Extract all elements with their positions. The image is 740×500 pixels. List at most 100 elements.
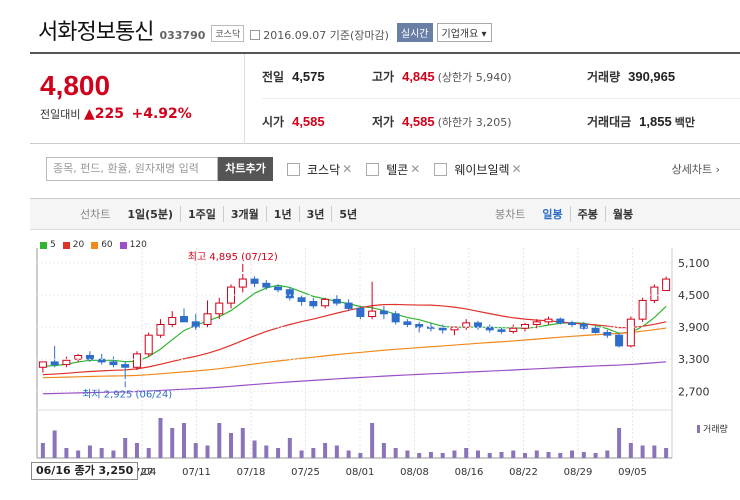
y-tick-label: 2,700: [678, 385, 710, 398]
volume-bar: [87, 445, 92, 458]
candle: [368, 281, 377, 320]
volume-bar: [499, 452, 504, 458]
volume-bar: [417, 453, 422, 458]
candle: [309, 297, 318, 309]
x-tick-label: 08/08: [400, 467, 429, 478]
candle-body: [391, 313, 400, 323]
y-tick-label: 3,900: [678, 321, 710, 334]
candle: [662, 276, 671, 292]
candle-body: [38, 361, 47, 368]
volume-bar: [428, 452, 433, 458]
volume-bar: [252, 440, 257, 458]
candle: [38, 361, 47, 373]
candle-body: [544, 318, 553, 323]
candle: [179, 308, 188, 323]
candle-body: [403, 321, 412, 325]
candle-body: [191, 321, 200, 328]
moving-averages: [42, 284, 667, 395]
volume-bar: [652, 445, 657, 458]
volume-bar: [217, 423, 222, 458]
candle-body: [238, 278, 247, 288]
candle-body: [615, 334, 624, 347]
x-tick-label: 07/11: [182, 467, 211, 478]
volume-bar: [487, 453, 492, 458]
ma-line-60: [42, 327, 667, 379]
candle-body: [50, 361, 59, 366]
candle-body: [203, 313, 212, 325]
volume-bar: [346, 450, 351, 458]
candle: [74, 353, 83, 362]
volume-bar: [546, 452, 551, 458]
volume-bar: [240, 428, 245, 458]
price-chart[interactable]: 5,1004,5003,9003,3002,700 2707/04 07/11 07…: [0, 0, 740, 500]
volume-bar: [76, 450, 81, 458]
candle-body: [156, 323, 165, 336]
volume-bar: [464, 448, 469, 458]
candle: [650, 284, 659, 304]
volume-bar: [370, 423, 375, 458]
volume-bar: [111, 450, 116, 458]
candle: [62, 356, 71, 368]
x-tick-label: 08/22: [509, 467, 538, 478]
candle-body: [568, 322, 577, 325]
volume-bar: [323, 443, 328, 458]
volume-bar: [299, 450, 304, 458]
volume-bar: [205, 445, 210, 458]
candle: [403, 319, 412, 328]
candle-body: [497, 329, 506, 332]
volume-bar: [381, 443, 386, 458]
candle-body: [638, 299, 647, 320]
candle: [144, 332, 153, 357]
candle: [568, 320, 577, 328]
volume-legend-label: 거래량: [703, 423, 728, 435]
candle: [109, 356, 118, 368]
candle: [626, 316, 635, 348]
volume-bar: [311, 448, 316, 458]
volume-bar: [40, 443, 45, 458]
candle-body: [62, 359, 71, 366]
volume-bar: [146, 448, 151, 458]
candle-body: [579, 323, 588, 329]
volume-bar: [52, 430, 57, 458]
volume-bar: [393, 448, 398, 458]
volume-bar: [628, 443, 633, 458]
candle-body: [74, 354, 83, 360]
candle-body: [332, 298, 341, 304]
candle: [250, 276, 259, 288]
candle: [50, 345, 59, 368]
candle: [132, 351, 141, 370]
volume-bar: [593, 453, 598, 458]
x-tick-label: 08/01: [346, 467, 375, 478]
candle: [321, 297, 330, 309]
candle: [168, 311, 177, 328]
candle: [485, 324, 494, 333]
volume-bar: [605, 450, 610, 458]
candle-body: [473, 322, 482, 328]
x-tick-label: 08/29: [564, 467, 593, 478]
candle-body: [85, 354, 94, 360]
candle-body: [274, 286, 283, 291]
volume-bar: [64, 448, 69, 458]
candle: [509, 324, 518, 334]
candle: [332, 295, 341, 306]
volume-bar: [287, 438, 292, 458]
candle-body: [662, 278, 671, 292]
candle-body: [556, 318, 565, 324]
y-tick-label: 5,100: [678, 257, 710, 270]
candle-body: [309, 301, 318, 307]
candle: [262, 280, 271, 290]
volume-bar: [358, 453, 363, 458]
x-tick-label: 09/05: [618, 467, 647, 478]
volume-bar: [640, 445, 645, 458]
candle-body: [168, 317, 177, 325]
volume-bar: [193, 443, 198, 458]
volume-bar: [334, 445, 339, 458]
high-annotation: 최고 4,895 (07/12): [188, 251, 278, 263]
candle-body: [344, 302, 353, 309]
x-tick-label: 07/25: [291, 467, 320, 478]
volume-bar: [170, 428, 175, 458]
candle: [638, 297, 647, 322]
volume-bar: [181, 423, 186, 458]
volume-bar: [158, 418, 163, 458]
candle-body: [650, 286, 659, 301]
